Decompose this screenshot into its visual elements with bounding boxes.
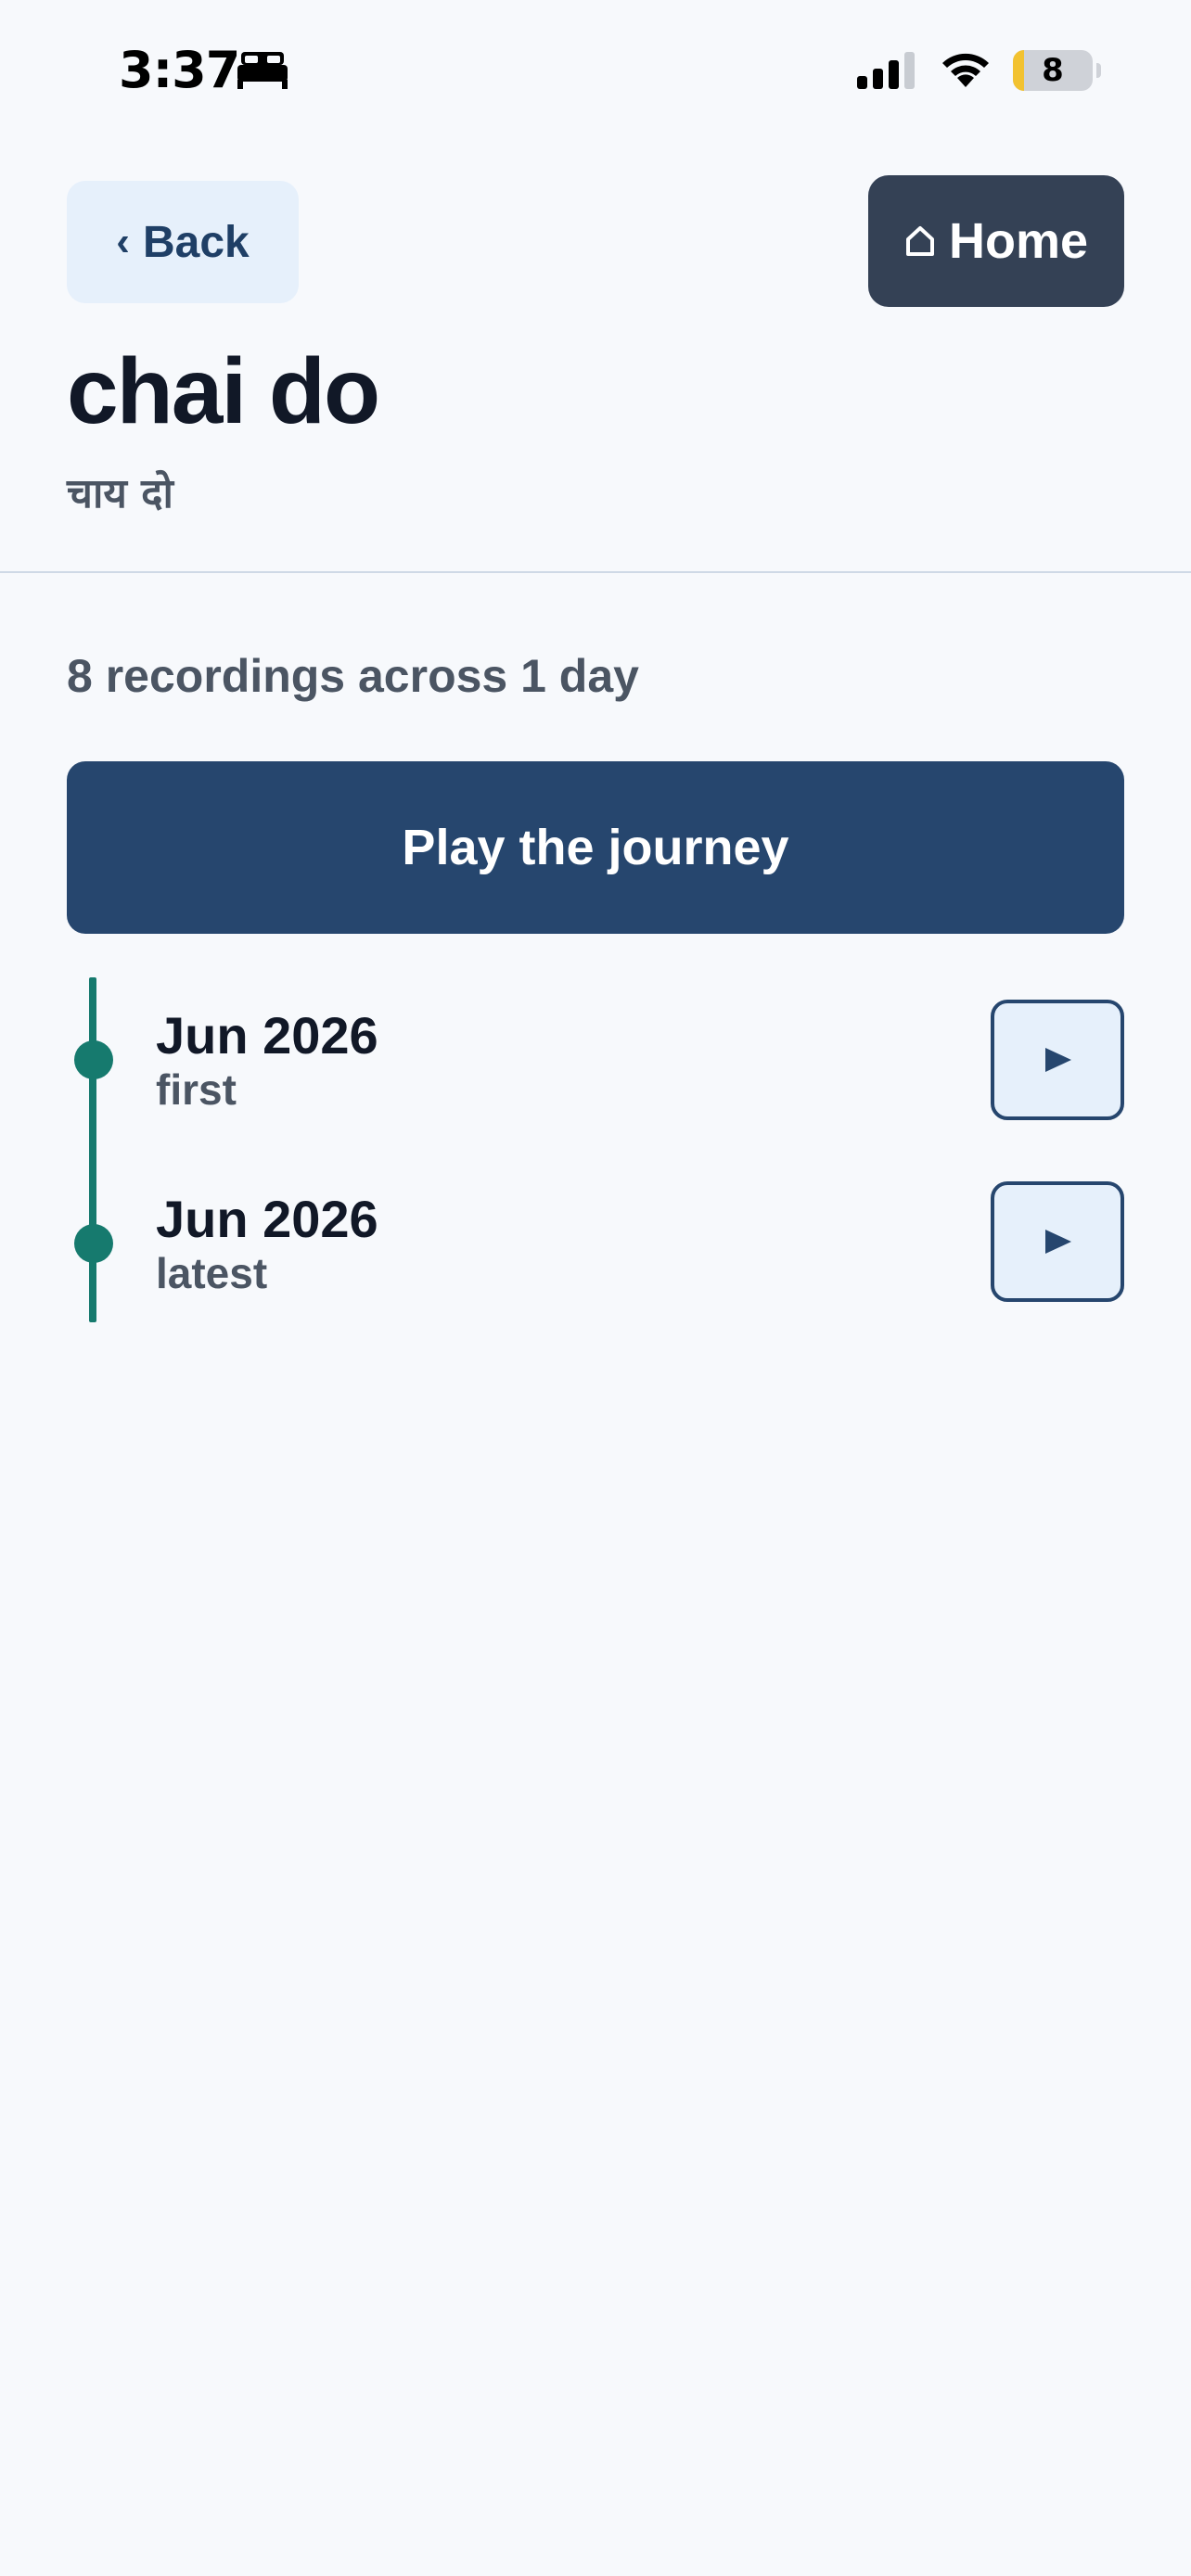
back-label: Back [142, 217, 250, 267]
signal-icon [857, 52, 915, 89]
header-divider [0, 571, 1191, 573]
home-label: Home [948, 213, 1089, 269]
status-bar: 3:37 8 [0, 0, 1191, 139]
battery-nub [1096, 63, 1101, 78]
play-journey-label: Play the journey [402, 820, 789, 875]
play-icon [1045, 1048, 1071, 1072]
timeline-item: Jun 2026 first [0, 996, 1191, 1135]
recording-date: Jun 2026 [156, 1006, 378, 1065]
play-icon [1045, 1230, 1071, 1254]
word-translation: चाय दो [67, 470, 173, 517]
word-title: chai do [67, 339, 380, 443]
status-time: 3:37 [119, 41, 240, 99]
sleep-icon [237, 52, 288, 89]
battery-level: 8 [1042, 52, 1064, 89]
timeline-dot [74, 1040, 113, 1079]
back-button[interactable]: ‹ Back [67, 181, 299, 303]
recording-label: first [156, 1065, 237, 1114]
play-journey-button[interactable]: Play the journey [67, 761, 1124, 934]
recordings-summary: 8 recordings across 1 day [67, 650, 639, 702]
battery-icon: 8 [1013, 50, 1093, 91]
home-icon [905, 226, 934, 256]
timeline-item: Jun 2026 latest [0, 1180, 1191, 1319]
home-button[interactable]: Home [868, 175, 1124, 307]
recording-label: latest [156, 1249, 268, 1297]
play-recording-button[interactable] [991, 1181, 1124, 1302]
recording-date: Jun 2026 [156, 1190, 378, 1248]
play-recording-button[interactable] [991, 1000, 1124, 1120]
timeline-dot [74, 1224, 113, 1263]
chevron-left-icon: ‹ [116, 219, 130, 264]
wifi-icon [942, 53, 989, 87]
